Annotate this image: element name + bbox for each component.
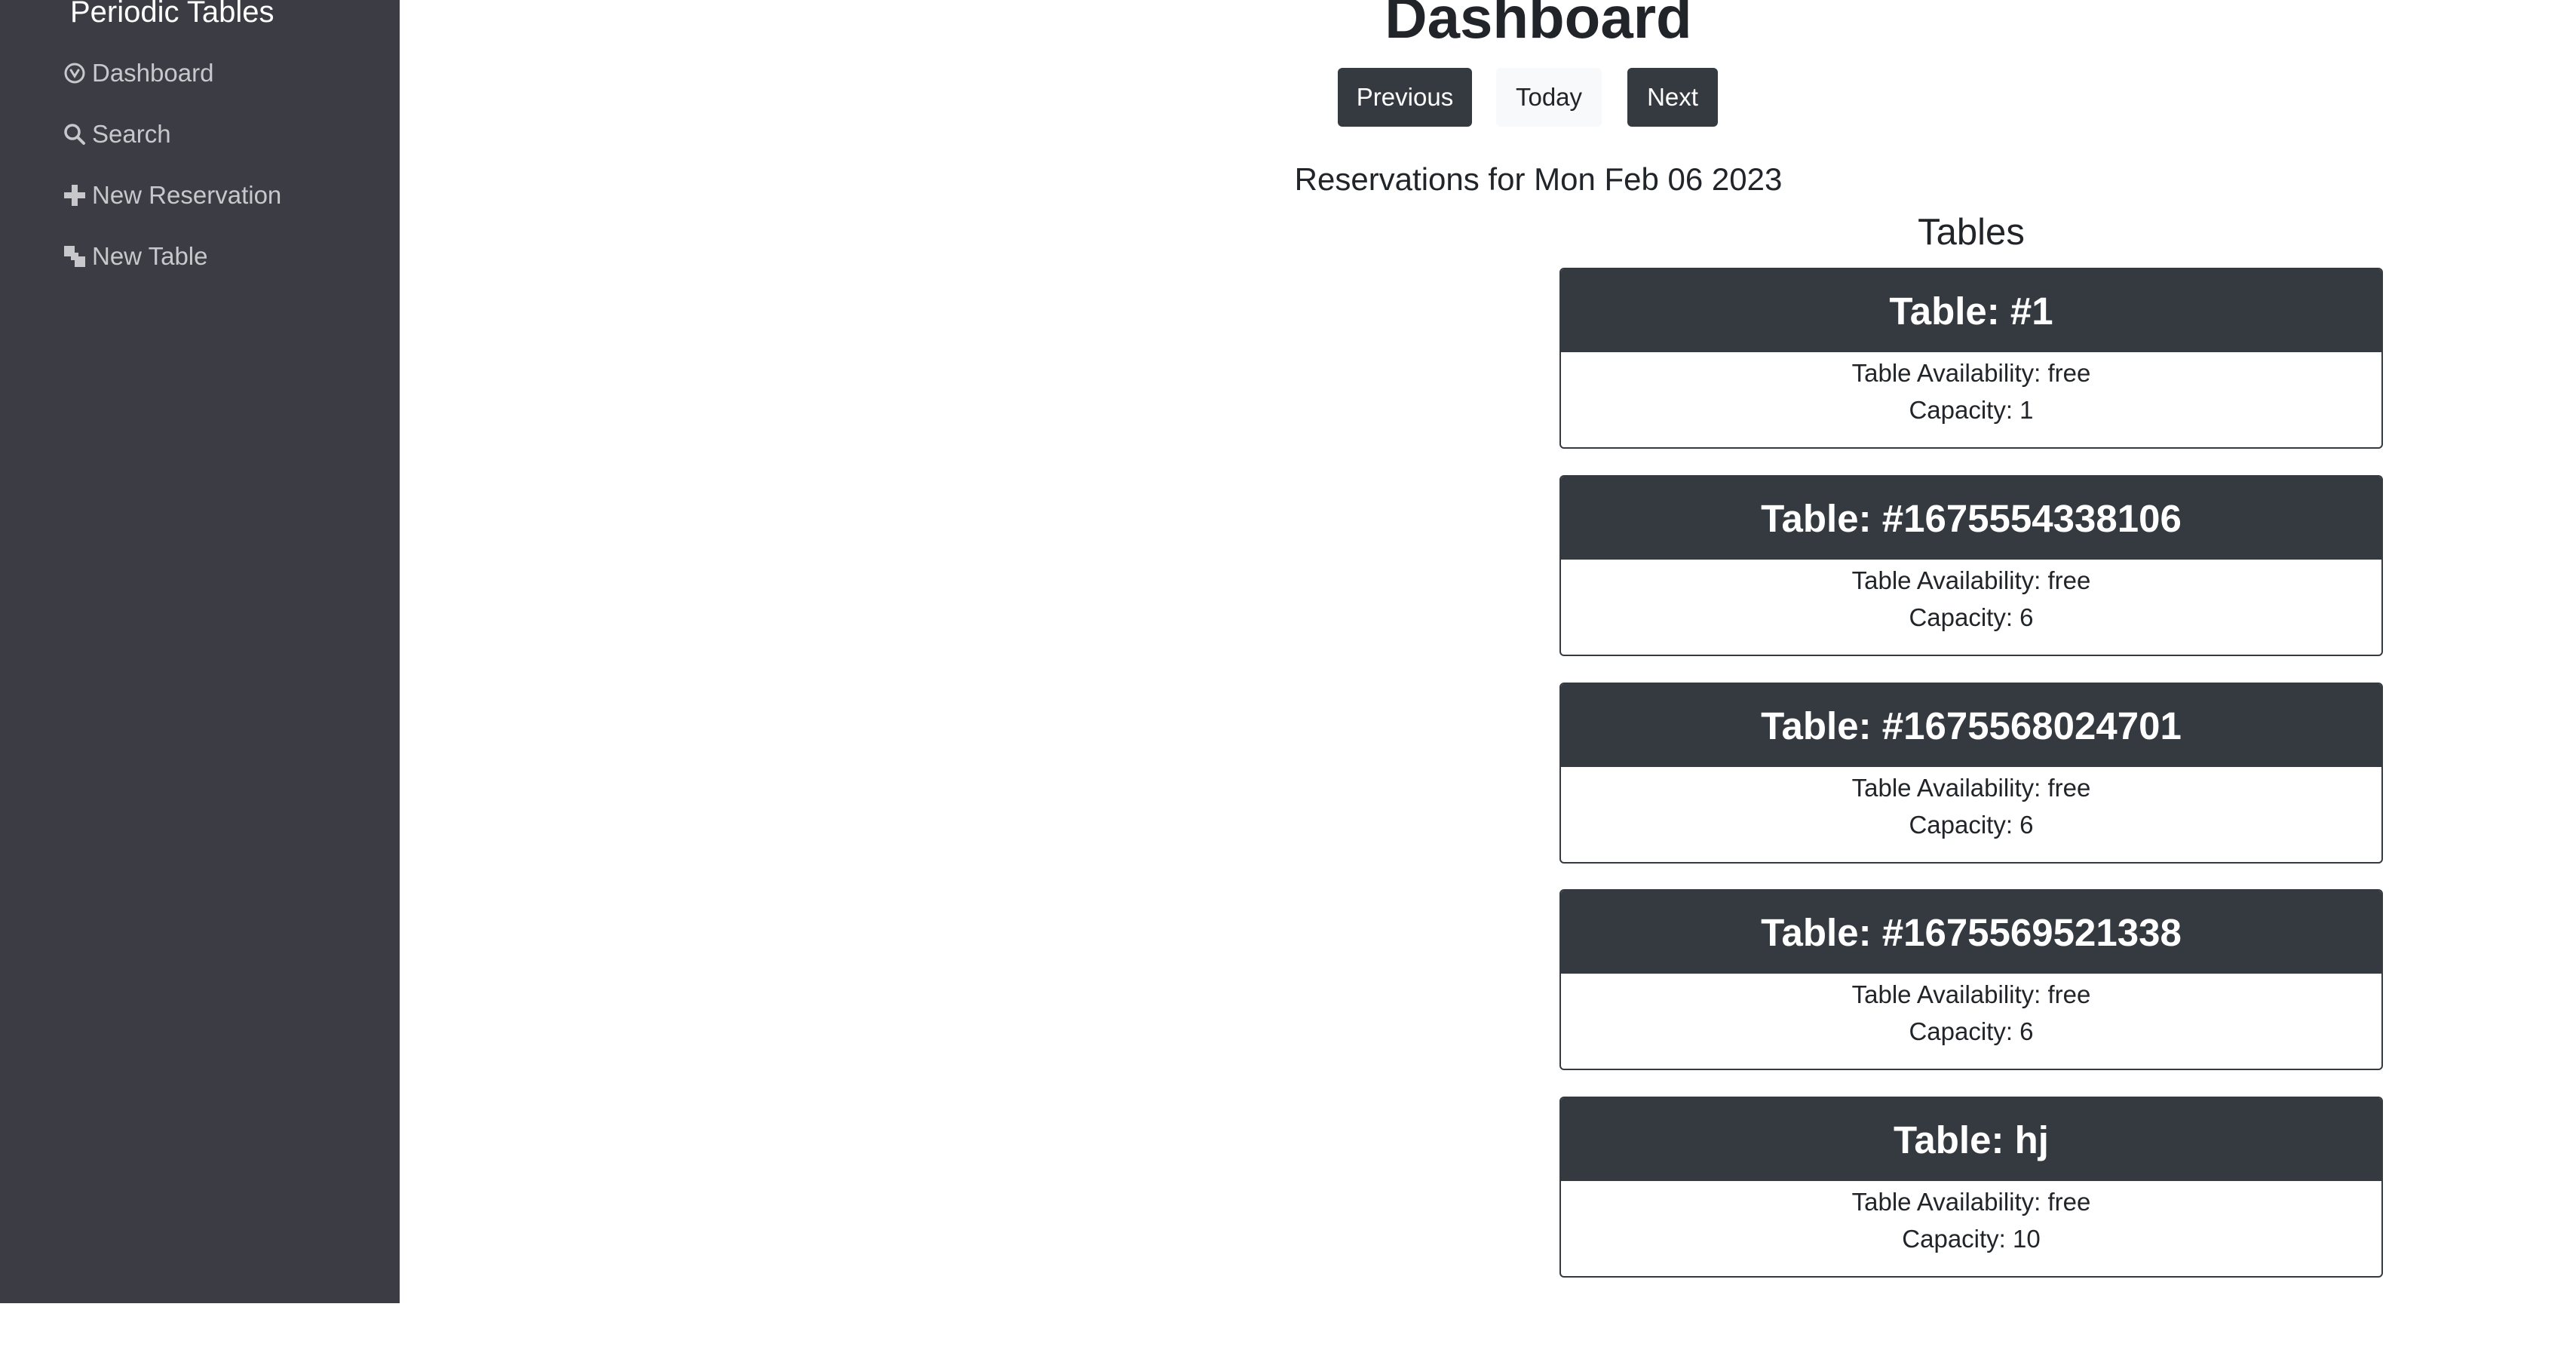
sidebar-item-new-table[interactable]: New Table [62,242,207,271]
plus-icon [62,183,87,208]
next-button[interactable]: Next [1627,68,1718,127]
sidebar-item-label: New Reservation [92,181,282,209]
reservations-heading: Reservations for Mon Feb 06 2023 [1294,161,1783,197]
table-capacity: Capacity: 10 [1902,1225,2041,1253]
table-card-title: Table: #1 [1561,269,2381,352]
table-availability: Table Availability: free [1851,566,2091,594]
table-capacity: Capacity: 6 [1909,811,2034,839]
page-title: Dashboard [1385,0,1692,51]
table-availability: Table Availability: free [1851,980,2091,1008]
sidebar-item-label: New Table [92,242,208,270]
table-card-title: Table: #1675569521338 [1561,891,2381,974]
table-availability: Table Availability: free [1851,774,2091,802]
table-card: Table: #1 Table Availability: free Capac… [1559,268,2383,449]
previous-button[interactable]: Previous [1338,68,1472,127]
sidebar-item-dashboard[interactable]: Dashboard [62,59,213,87]
table-card-title: Table: #1675568024701 [1561,684,2381,767]
today-button[interactable]: Today [1496,68,1602,127]
sidebar-item-new-reservation[interactable]: New Reservation [62,181,281,210]
table-card: Table: #1675568024701 Table Availability… [1559,683,2383,864]
table-availability: Table Availability: free [1851,1188,2091,1216]
table-card: Table: #1675569521338 Table Availability… [1559,889,2383,1070]
sidebar-item-label: Dashboard [92,59,214,87]
table-card-title: Table: hj [1561,1098,2381,1181]
table-capacity: Capacity: 6 [1909,1017,2034,1045]
sidebar-item-search[interactable]: Search [62,120,171,149]
table-card: Table: #1675554338106 Table Availability… [1559,475,2383,656]
dashboard-icon [62,60,87,86]
table-card: Table: hj Table Availability: free Capac… [1559,1097,2383,1278]
brand-title[interactable]: Periodic Tables [70,0,274,29]
table-availability: Table Availability: free [1851,359,2091,387]
tables-heading: Tables [1918,212,2025,253]
table-capacity: Capacity: 6 [1909,603,2034,631]
sidebar-item-label: Search [92,120,171,148]
table-capacity: Capacity: 1 [1909,396,2034,424]
table-card-title: Table: #1675554338106 [1561,477,2381,560]
layers-icon [62,244,87,269]
sidebar: Periodic Tables Dashboard Search New Res… [0,0,400,1303]
search-icon [62,121,87,147]
